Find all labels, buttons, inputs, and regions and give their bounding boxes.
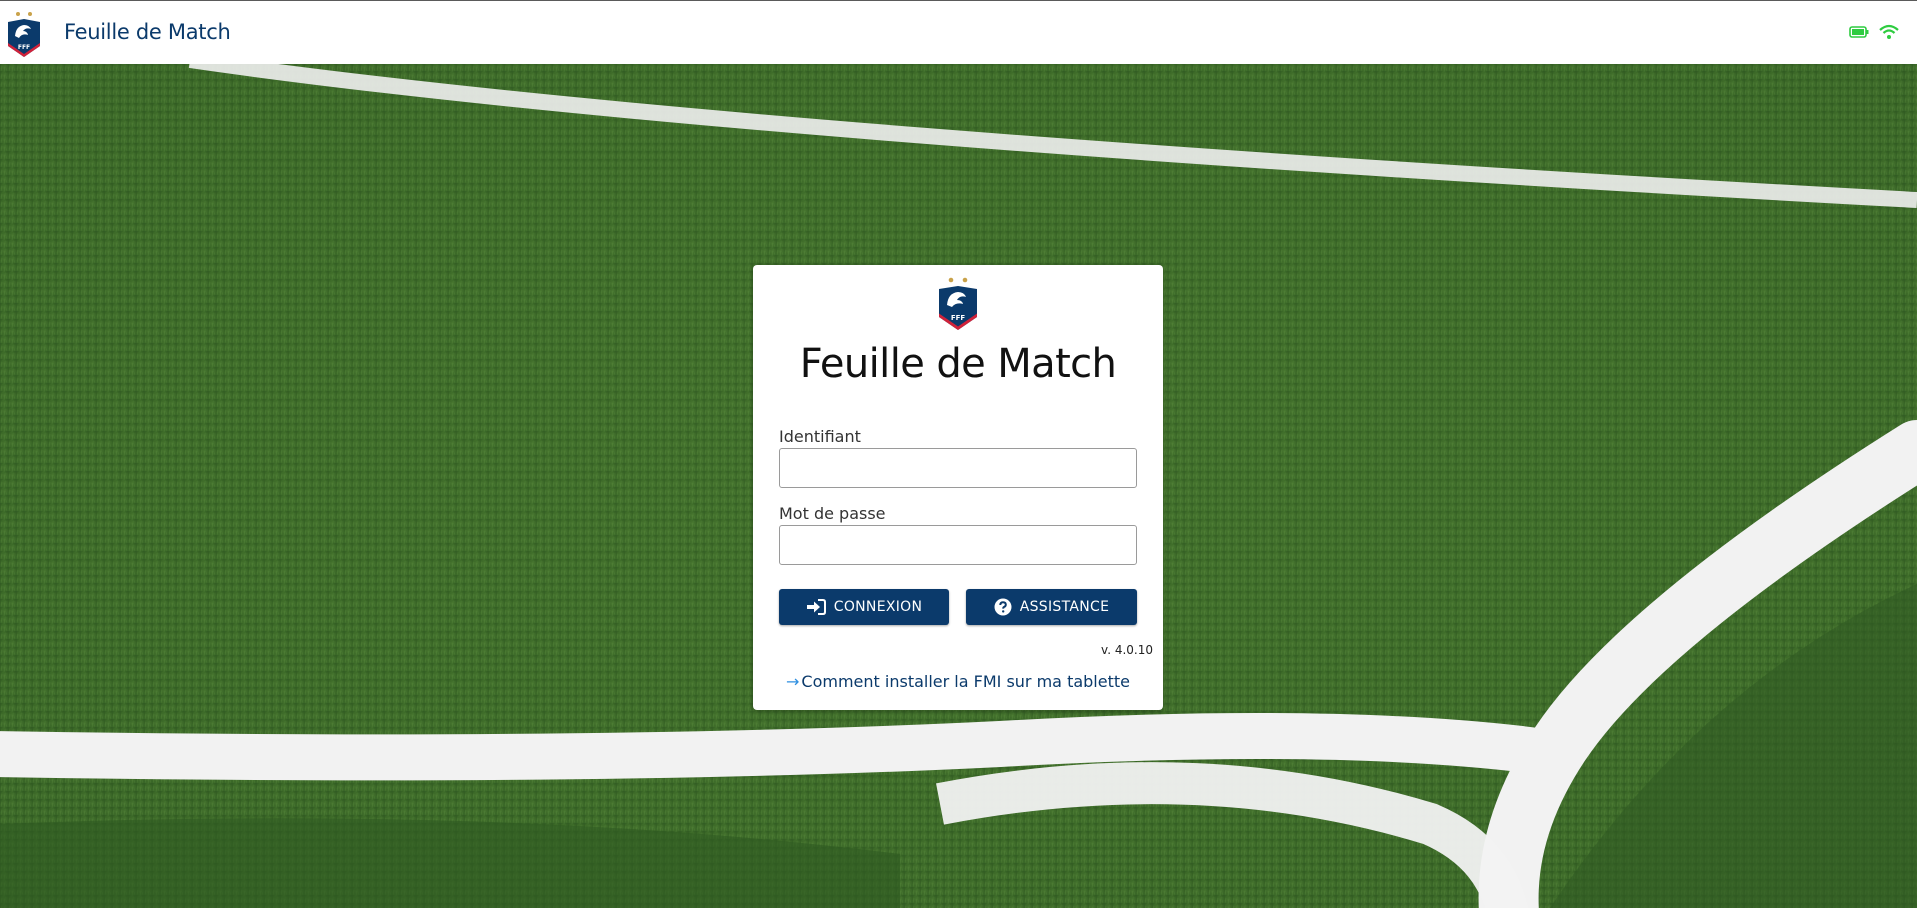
status-icons: [1849, 24, 1899, 40]
app-title: Feuille de Match: [64, 20, 231, 44]
login-card: FFF Feuille de Match Identifiant Mot de …: [753, 265, 1163, 710]
wifi-icon: [1879, 24, 1899, 39]
top-bar: FFF Feuille de Match: [0, 0, 1917, 64]
identifiant-input[interactable]: [779, 448, 1137, 488]
question-circle-icon: [994, 598, 1012, 616]
assistance-button[interactable]: ASSISTANCE: [966, 589, 1137, 625]
password-label: Mot de passe: [779, 504, 886, 523]
fff-logo: FFF: [8, 12, 40, 57]
sign-in-icon: [806, 599, 826, 615]
battery-icon: [1849, 26, 1869, 38]
install-link-label: Comment installer la FMI sur ma tablette: [801, 672, 1130, 691]
password-input[interactable]: [779, 525, 1137, 565]
fff-logo: FFF: [939, 277, 977, 330]
connexion-button[interactable]: CONNEXION: [779, 589, 949, 625]
identifiant-label: Identifiant: [779, 427, 861, 446]
login-title: Feuille de Match: [799, 341, 1117, 387]
version-text: v. 4.0.10: [1101, 643, 1153, 657]
logo-text: FFF: [951, 314, 966, 322]
assistance-label: ASSISTANCE: [1019, 599, 1110, 615]
logo-text: FFF: [18, 44, 30, 51]
connexion-label: CONNEXION: [833, 599, 923, 615]
install-help-link[interactable]: → Comment installer la FMI sur ma tablett…: [753, 672, 1163, 691]
arrow-right-icon: →: [786, 672, 800, 691]
